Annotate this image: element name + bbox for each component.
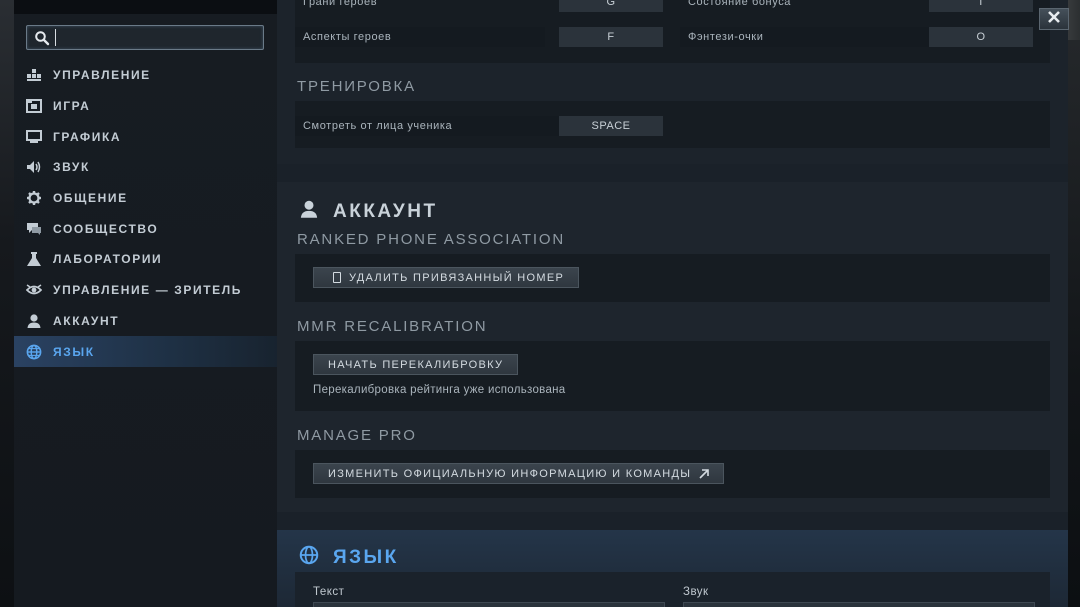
close-icon (1047, 10, 1061, 29)
sidebar-nav: УПРАВЛЕНИЕ ИГРА ГРАФИКА ЗВУК ОБЩЕНИЕ СОО… (14, 60, 277, 367)
edit-pro-info-button[interactable]: ИЗМЕНИТЬ ОФИЦИАЛЬНУЮ ИНФОРМАЦИЮ И КОМАНД… (313, 463, 725, 484)
sidebar-item-label: АККАУНТ (53, 313, 120, 328)
sidebar-item-sound[interactable]: ЗВУК (14, 152, 277, 183)
search-icon (34, 30, 50, 46)
text-language-label: Текст (313, 586, 345, 598)
sidebar-item-label: ЯЗЫК (53, 344, 95, 359)
sound-language-select[interactable] (683, 602, 1035, 607)
speaker-icon (26, 159, 42, 175)
search-box[interactable] (26, 25, 264, 50)
sidebar-item-game[interactable]: ИГРА (14, 91, 277, 122)
button-label: УДАЛИТЬ ПРИВЯЗАННЫЙ НОМЕР (349, 271, 565, 284)
sidebar-item-account[interactable]: АККАУНТ (14, 306, 277, 337)
hotkey-key[interactable]: SPACE (559, 116, 663, 136)
hotkey-row[interactable]: Фэнтези-очки (680, 27, 930, 47)
close-button[interactable] (1039, 8, 1069, 30)
chat-icon (26, 221, 42, 237)
sidebar-item-label: УПРАВЛЕНИЕ — ЗРИТЕЛЬ (53, 283, 242, 298)
text-language-select[interactable] (313, 602, 665, 607)
globe-icon (299, 545, 319, 570)
sidebar-item-label: ИГРА (53, 99, 91, 114)
training-heading: ТРЕНИРОВКА (297, 78, 416, 95)
button-label: НАЧАТЬ ПЕРЕКАЛИБРОВКУ (328, 358, 504, 371)
sidebar-item-controls[interactable]: УПРАВЛЕНИЕ (14, 60, 277, 91)
hotkey-key[interactable]: G (559, 0, 663, 12)
hotkey-row[interactable]: Состояние бонуса (680, 0, 930, 12)
pro-card: ИЗМЕНИТЬ ОФИЦИАЛЬНУЮ ИНФОРМАЦИЮ И КОМАНД… (295, 450, 1050, 498)
sidebar-item-language[interactable]: ЯЗЫК (14, 336, 277, 367)
phone-icon (333, 272, 341, 283)
sidebar-item-graphics[interactable]: ГРАФИКА (14, 121, 277, 152)
globe-icon (26, 344, 42, 360)
game-icon (26, 98, 42, 114)
hotkey-row[interactable]: Аспекты героев (295, 27, 545, 47)
hotkey-key[interactable]: F (559, 27, 663, 47)
controls-icon (26, 67, 42, 83)
sidebar-item-label: СООБЩЕСТВО (53, 221, 159, 236)
sidebar-item-labs[interactable]: ЛАБОРАТОРИИ (14, 244, 277, 275)
hotkey-key[interactable]: O (929, 27, 1033, 47)
hotkey-row[interactable]: Смотреть от лица ученика (295, 116, 559, 136)
button-label: ИЗМЕНИТЬ ОФИЦИАЛЬНУЮ ИНФОРМАЦИЮ И КОМАНД… (328, 467, 692, 480)
account-title-text: АККАУНТ (333, 200, 438, 222)
sidebar-item-spectator-controls[interactable]: УПРАВЛЕНИЕ — ЗРИТЕЛЬ (14, 275, 277, 306)
search-input[interactable] (55, 29, 256, 46)
training-card: Смотреть от лица ученика SPACE (295, 101, 1050, 148)
user-icon (299, 199, 319, 224)
hotkey-name: Фэнтези-очки (688, 31, 764, 43)
language-card: Текст Звук (295, 572, 1050, 607)
flask-icon (26, 251, 42, 267)
recalibration-note: Перекалибровка рейтинга уже использована (313, 384, 566, 396)
mmr-heading: MMR RECALIBRATION (297, 318, 488, 335)
eye-icon (26, 282, 42, 298)
pro-heading: MANAGE PRO (297, 427, 417, 444)
language-section: ЯЗЫК Текст Звук (277, 530, 1068, 607)
external-link-icon (699, 468, 710, 479)
settings-content[interactable]: Грани героев G Состояние бонуса I Аспект… (277, 0, 1068, 607)
hotkey-name: Состояние бонуса (688, 0, 792, 8)
sidebar-item-label: ЛАБОРАТОРИИ (53, 252, 163, 267)
hotkey-key[interactable]: I (929, 0, 1033, 12)
hotkeys-card: Грани героев G Состояние бонуса I Аспект… (295, 0, 1050, 63)
sidebar-item-label: ОБЩЕНИЕ (53, 191, 128, 206)
gear-icon (26, 190, 42, 206)
start-recalibration-button[interactable]: НАЧАТЬ ПЕРЕКАЛИБРОВКУ (313, 354, 519, 375)
sidebar-item-label: ЗВУК (53, 160, 90, 175)
sound-language-label: Звук (683, 586, 709, 598)
background-left (0, 0, 14, 607)
hotkey-name: Аспекты героев (303, 31, 392, 43)
sidebar-item-label: УПРАВЛЕНИЕ (53, 68, 151, 83)
sidebar-item-social[interactable]: ОБЩЕНИЕ (14, 183, 277, 214)
hotkey-name: Грани героев (303, 0, 378, 8)
settings-sidebar: УПРАВЛЕНИЕ ИГРА ГРАФИКА ЗВУК ОБЩЕНИЕ СОО… (14, 14, 277, 607)
hotkeys-section: Грани героев G Состояние бонуса I Аспект… (277, 0, 1068, 164)
language-title-text: ЯЗЫК (333, 546, 399, 568)
phone-card: УДАЛИТЬ ПРИВЯЗАННЫЙ НОМЕР (295, 254, 1050, 302)
account-title: АККАУНТ (299, 199, 438, 224)
hotkey-name: Смотреть от лица ученика (303, 120, 453, 132)
mmr-card: НАЧАТЬ ПЕРЕКАЛИБРОВКУ Перекалибровка рей… (295, 341, 1050, 411)
phone-heading: RANKED PHONE ASSOCIATION (297, 231, 565, 248)
language-title: ЯЗЫК (299, 545, 399, 570)
monitor-icon (26, 129, 42, 145)
account-section: АККАУНТ RANKED PHONE ASSOCIATION УДАЛИТЬ… (277, 182, 1068, 512)
sidebar-item-community[interactable]: СООБЩЕСТВО (14, 213, 277, 244)
user-icon (26, 313, 42, 329)
hotkey-row[interactable]: Грани героев (295, 0, 545, 12)
remove-phone-button[interactable]: УДАЛИТЬ ПРИВЯЗАННЫЙ НОМЕР (313, 267, 580, 288)
sidebar-item-label: ГРАФИКА (53, 129, 122, 144)
